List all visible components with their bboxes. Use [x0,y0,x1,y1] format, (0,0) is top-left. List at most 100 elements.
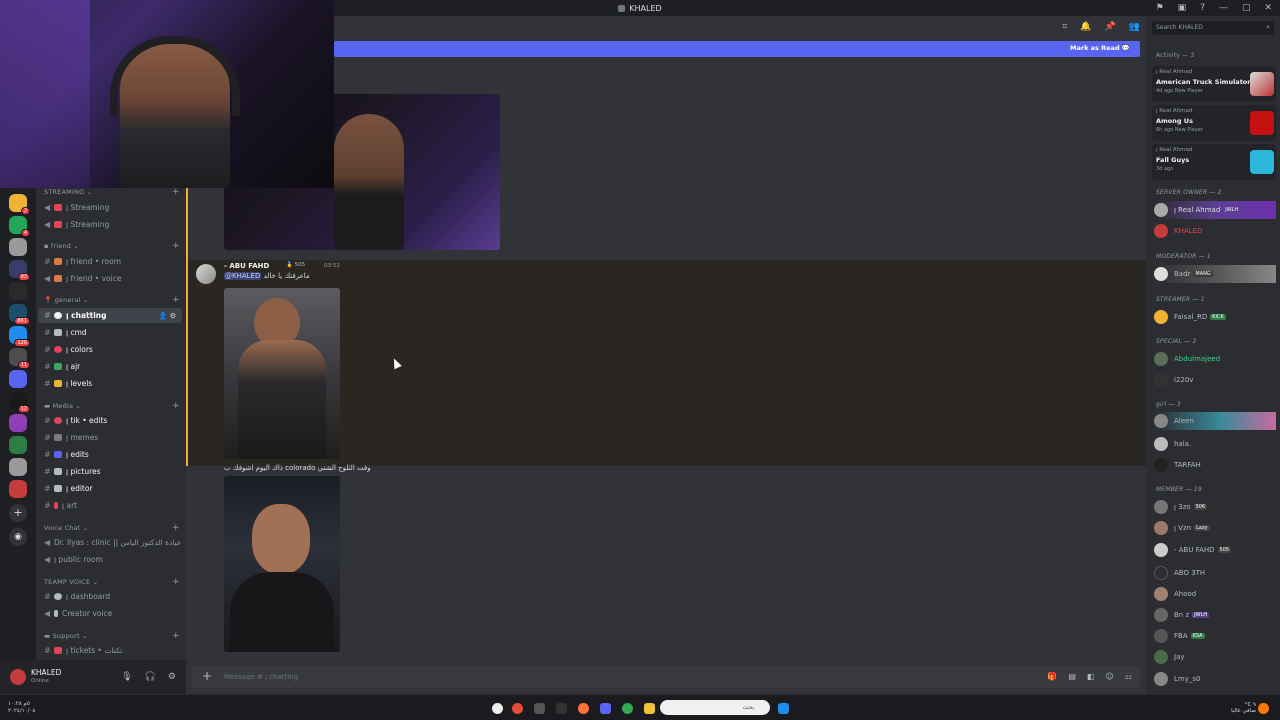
attach-button[interactable]: + [202,669,212,683]
channel-dashboard[interactable]: # ꞁ dashboard [38,589,182,604]
channel-editor[interactable]: # ꞁ editor [38,481,182,496]
category-streaming[interactable]: STREAMING ⌄ + [44,187,180,197]
member-item[interactable]: Ahood [1154,585,1276,603]
sticker-icon[interactable]: ◧ [1087,672,1095,681]
gif-icon[interactable]: ▤ [1068,672,1076,681]
server-icon[interactable] [9,458,27,476]
channel-pictures[interactable]: # ꞁ pictures [38,464,182,479]
member-item[interactable]: Jay [1154,648,1276,666]
channel-creator-voice[interactable]: ◀ Creator voice [38,606,182,621]
close-button[interactable]: ✕ [1264,3,1272,13]
server-icon[interactable]: 126 [9,326,30,347]
channel-chatting[interactable]: # ꞁ chatting 👤 ⚙ [38,308,182,323]
server-icon[interactable]: 92 [9,260,30,281]
taskbar-search[interactable]: بحث [660,700,770,715]
add-channel-icon[interactable]: + [172,187,180,197]
server-icon[interactable] [9,436,27,454]
user-mention[interactable]: @KHALED [224,272,262,280]
member-item[interactable]: Badr MANG [1154,265,1276,283]
member-item[interactable]: Abdulmajeed [1154,350,1276,368]
server-icon[interactable]: 2 [9,194,30,215]
message-composer[interactable]: + Message # ꞁ chatting 🎁 ▤ ◧ ☺ ⚏ [192,666,1140,688]
maximize-button[interactable]: ▢ [1242,3,1251,13]
search-input[interactable]: Search KHALED ⌕ [1152,21,1274,35]
discover-icon[interactable]: ◉ [9,528,27,546]
chrome-icon[interactable] [622,703,633,714]
activity-card[interactable]: ꞁ Real Ahmad American Truck Simulator 4d… [1152,66,1276,102]
channel-levels[interactable]: # ꞁ levels [38,376,182,391]
member-item[interactable]: ꞁ Real Ahmad JWLH [1154,201,1276,219]
server-icon[interactable]: 12 [9,392,30,413]
member-item[interactable]: TARFAH [1154,456,1276,474]
avatar[interactable] [196,264,216,284]
members-icon[interactable]: 👥 [1129,22,1140,32]
app-icon[interactable] [534,703,545,714]
server-icon[interactable] [9,480,27,498]
category-teamp-voice[interactable]: TEAMP VOICE ⌄ + [44,577,180,587]
channel-streaming[interactable]: ◀ ꞁ Streaming [38,200,182,215]
member-item[interactable]: hala. [1154,435,1276,453]
member-item[interactable]: Lmy_s0 [1154,670,1276,688]
add-channel-icon[interactable]: + [172,577,180,587]
pin-icon[interactable]: 📌 [1105,22,1116,32]
channel-memes[interactable]: # ꞁ memes [38,430,182,445]
gear-icon[interactable]: ⚙ [168,672,176,682]
category-friend[interactable]: ▪ friend ⌄ + [44,241,180,251]
channel-settings-icon[interactable]: 👤 ⚙ [159,312,176,320]
channel-cmd[interactable]: # ꞁ cmd [38,325,182,340]
message-image[interactable] [224,288,340,459]
headphones-icon[interactable]: 🎧 [145,672,156,682]
category-support[interactable]: ▬ Support ⌄ + [44,631,180,641]
member-item[interactable]: FBA KSA [1154,627,1276,645]
channel-tik-edits[interactable]: # ꞁ tik • edits [38,413,182,428]
channel-tickets[interactable]: # ꞁ tickets • تكتات [38,643,182,658]
add-channel-icon[interactable]: + [172,295,180,305]
channel-friend-voice[interactable]: ◀ ꞁ friend • voice [38,271,182,286]
user-name[interactable]: KHALED Online [31,668,61,686]
weather-icon[interactable] [1258,703,1269,714]
mic-icon[interactable]: 🎙 [121,672,132,682]
channel-colors[interactable]: # ꞁ colors [38,342,182,357]
bell-icon[interactable]: 🔔 [1080,22,1091,32]
member-item[interactable]: Aleen [1154,412,1276,430]
media-icon[interactable] [492,703,503,714]
add-channel-icon[interactable]: + [172,631,180,641]
message-image[interactable] [224,476,340,652]
minimize-button[interactable]: — [1219,3,1228,13]
member-item[interactable]: ABO 3TH [1154,564,1276,582]
channel-public-room[interactable]: ◀ ꞁ public room [38,552,182,567]
gift-icon[interactable]: 🎁 [1047,672,1057,681]
app-icon[interactable] [512,703,523,714]
member-item[interactable]: ꞁ 3zo 506 [1154,498,1276,516]
add-channel-icon[interactable]: + [172,241,180,251]
server-icon[interactable] [9,238,27,256]
windows-start-icon[interactable] [778,703,789,714]
activity-card[interactable]: ꞁ Real Ahmad Fall Guys 3d ago [1152,144,1276,180]
server-icon[interactable] [9,370,27,388]
taskbar-clock[interactable]: ٥م ١٠:٢٨ ٢٠٢٤/١٠/٠٨ [8,701,35,715]
folder-icon[interactable] [644,703,655,714]
member-item[interactable]: ꞁ Vzn Lazy [1154,519,1276,537]
new-messages-banner[interactable]: Mark as Read 💬 [334,41,1140,57]
add-channel-icon[interactable]: + [172,523,180,533]
message-input[interactable]: Message # ꞁ chatting [224,673,298,681]
discord-icon[interactable] [600,703,611,714]
member-item[interactable]: Faisal_RD KICK [1154,308,1276,326]
app-icon[interactable] [556,703,567,714]
member-item[interactable]: Bn z JWLH [1154,606,1276,624]
channel-dr-ilyas[interactable]: ◀ Dr. Ilyas : clinic || عيادة الدكتور الي… [38,535,182,550]
threads-icon[interactable]: ⌗ [1062,22,1067,32]
help-icon[interactable]: ? [1200,3,1205,13]
member-item[interactable]: i220v [1154,371,1276,389]
server-icon[interactable]: 4 [9,216,30,237]
member-item[interactable]: KHALED [1154,222,1276,240]
message-author[interactable]: - ABU FAHD [224,262,269,270]
channel-friend-room[interactable]: # ꞁ friend • room [38,254,182,269]
inbox-icon[interactable]: ⚑ [1156,3,1164,13]
activity-card[interactable]: ꞁ Real Ahmad Among Us 6h ago New Player [1152,105,1276,141]
avatar[interactable] [10,669,26,685]
weather-widget[interactable]: °C ٩ صافي غالبا [1231,702,1256,714]
category-general[interactable]: 📍 general ⌄ + [44,295,180,305]
category-media[interactable]: ▬ Media ⌄ + [44,401,180,411]
mark-as-read-button[interactable]: Mark as Read 💬 [1070,44,1130,52]
